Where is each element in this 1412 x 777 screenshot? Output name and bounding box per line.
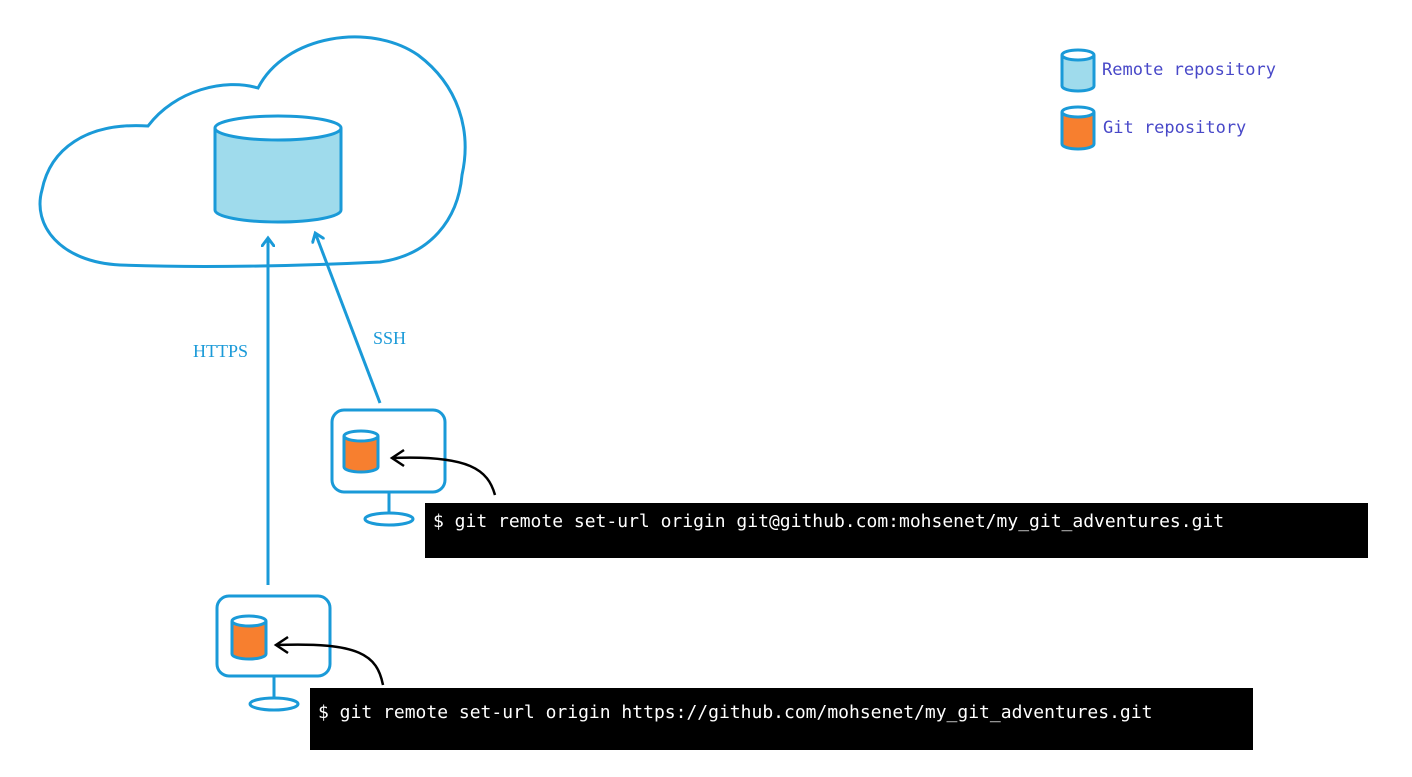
legend-git-repository-icon [1060, 105, 1096, 151]
ssh-command-terminal: $ git remote set-url origin git@github.c… [425, 503, 1368, 558]
diagram-canvas [38, 35, 1096, 712]
legend-remote-repository-label: Remote repository [1102, 60, 1276, 80]
ssh-arrow [316, 235, 382, 404]
legend-remote-repository-icon [1060, 48, 1096, 93]
ssh-git-repository-icon [342, 429, 380, 474]
https-git-repository-icon [230, 614, 268, 661]
https-label: HTTPS [193, 341, 249, 361]
ssh-label: SSH [373, 328, 407, 348]
git-remote-diagram: Remote repository Git repository HTTPS S… [0, 0, 1412, 777]
remote-repository-icon [213, 114, 343, 224]
https-command-terminal: $ git remote set-url origin https://gith… [310, 688, 1253, 750]
legend-git-repository-label: Git repository [1103, 118, 1247, 138]
